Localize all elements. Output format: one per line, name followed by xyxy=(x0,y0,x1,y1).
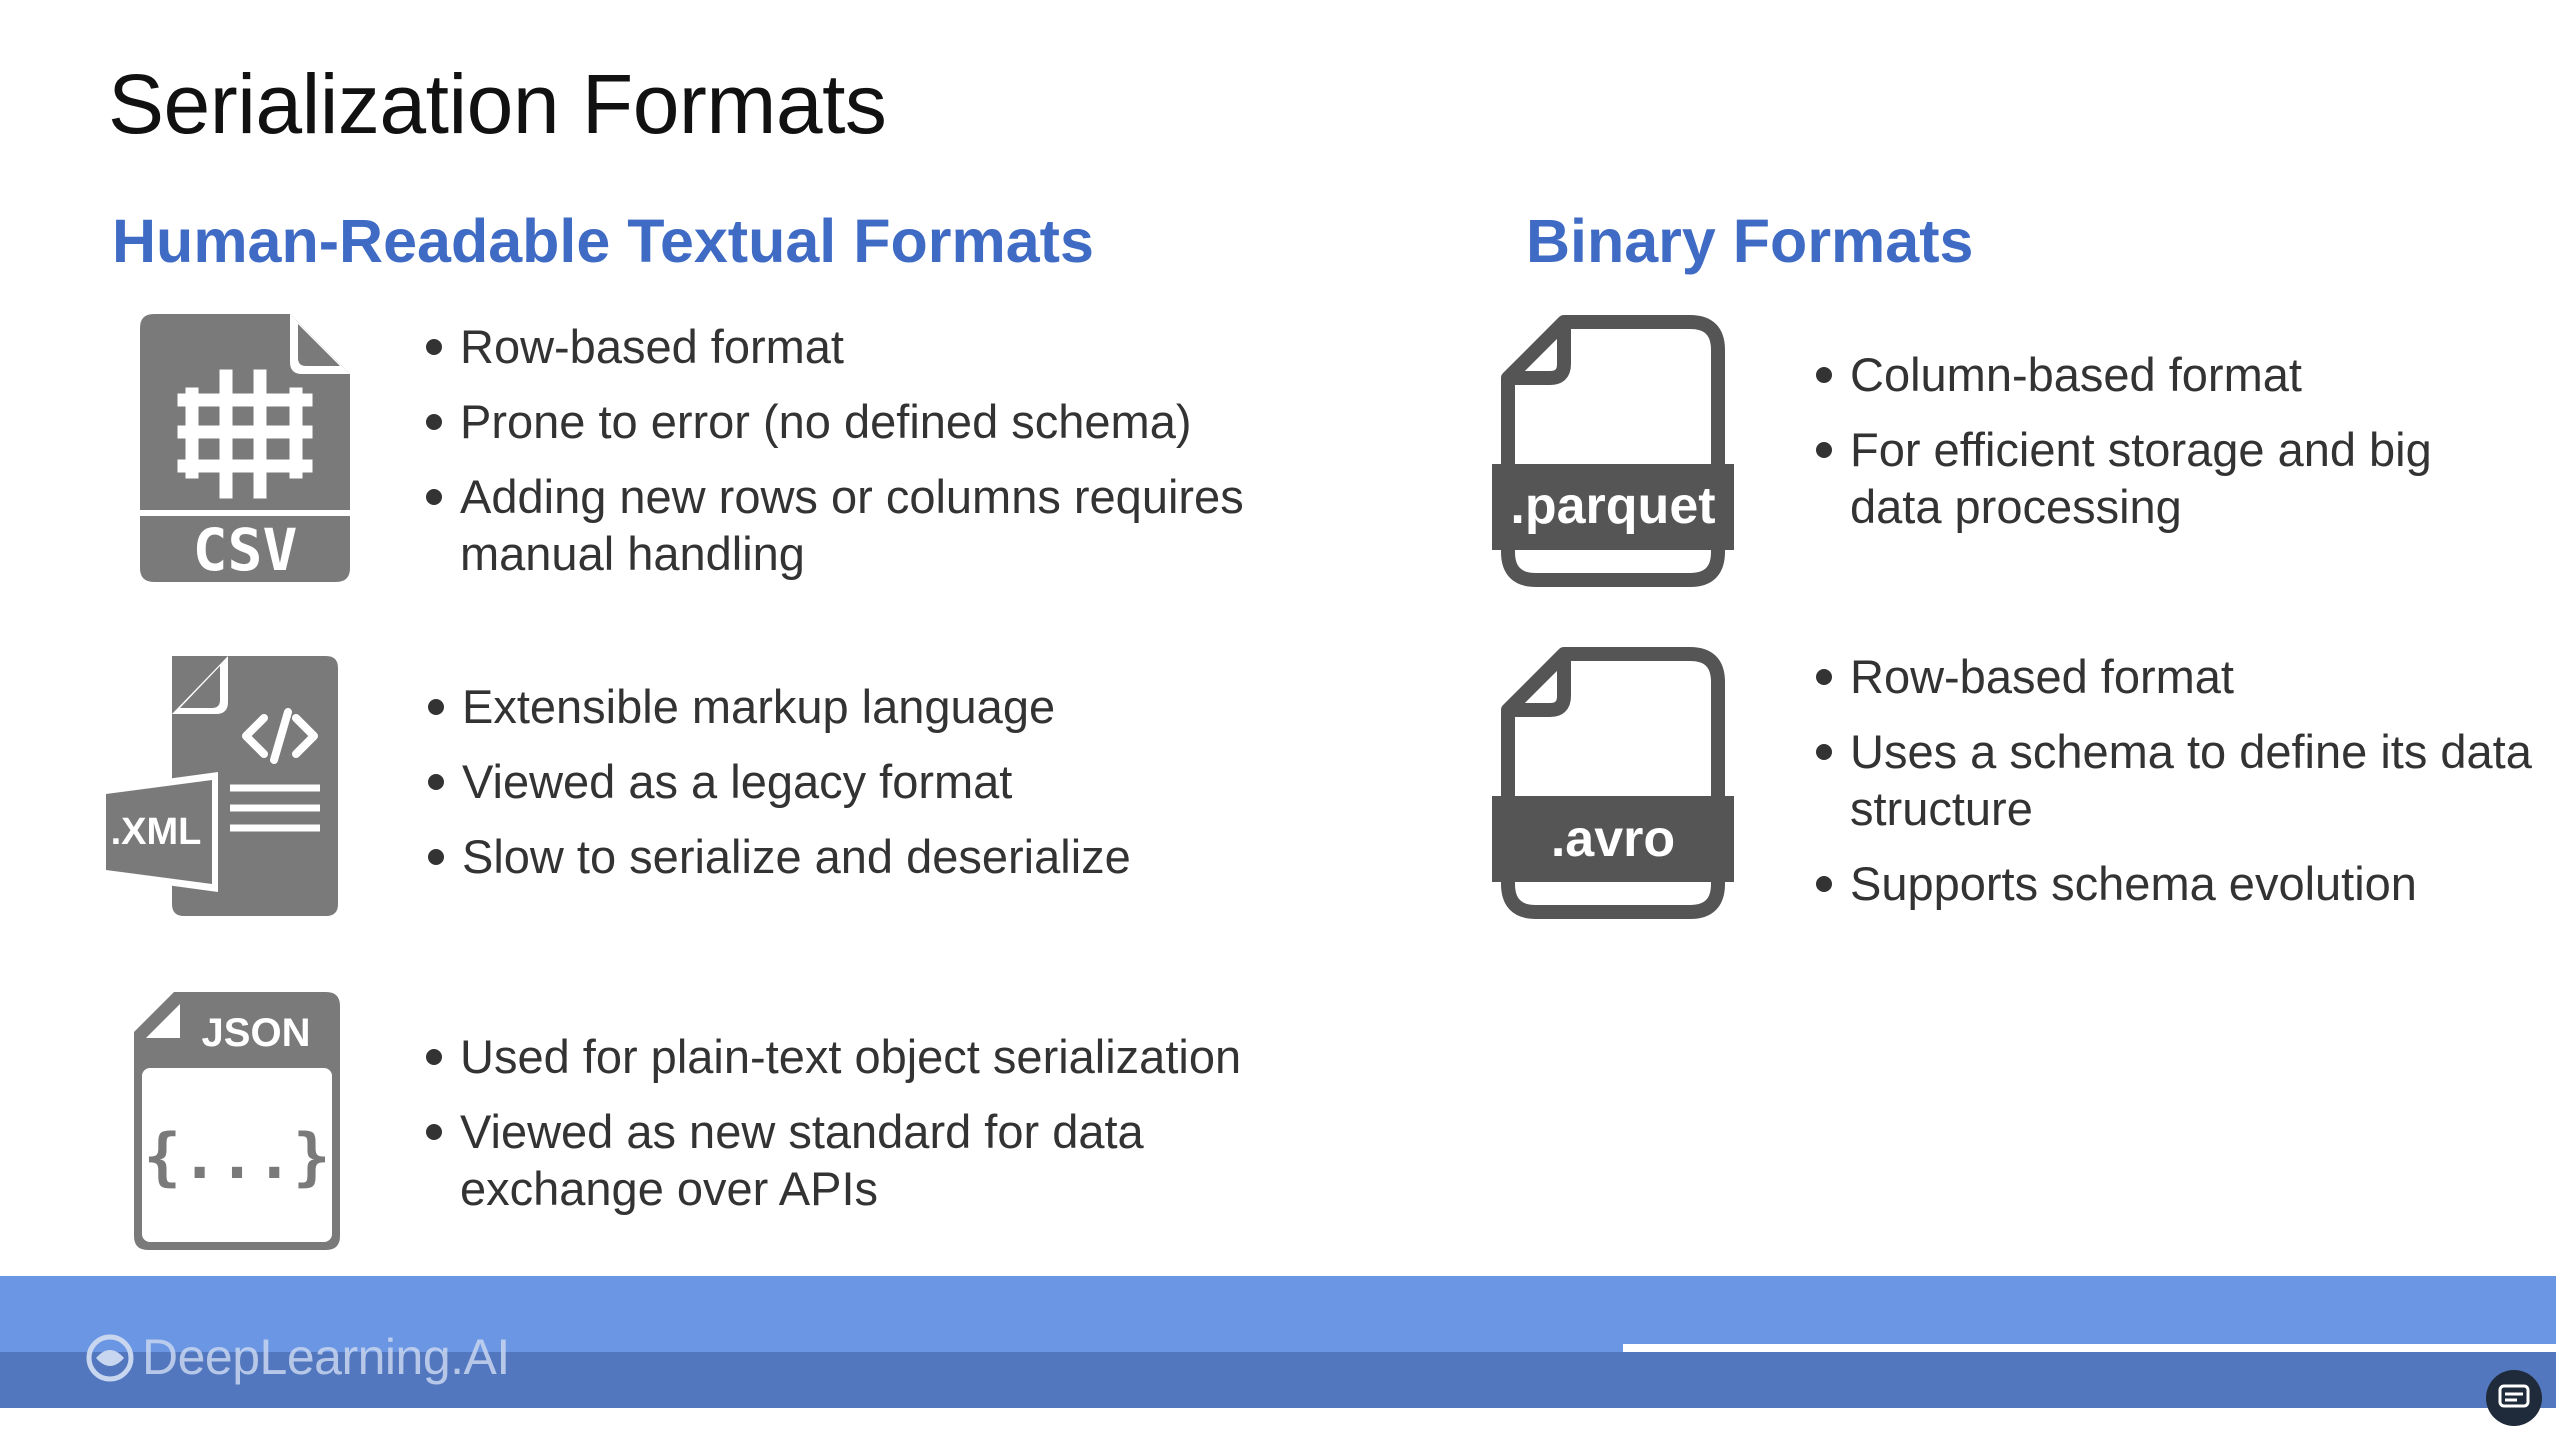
parquet-bullets: Column-based format For efficient storag… xyxy=(1814,346,2534,553)
binary-formats-heading: Binary Formats xyxy=(1526,207,1974,275)
parquet-bullet-2: For efficient storage and big data proce… xyxy=(1814,421,2534,535)
slide: Serialization Formats Human-Readable Tex… xyxy=(0,0,2556,1276)
deeplearning-logo-icon xyxy=(86,1334,134,1382)
xml-icon-label: .XML xyxy=(111,811,202,853)
json-bullet-1: Used for plain-text object serialization xyxy=(424,1028,1344,1085)
xml-bullet-2: Viewed as a legacy format xyxy=(426,753,1346,810)
avro-bullet-2: Uses a schema to define its data structu… xyxy=(1814,723,2534,837)
csv-bullets: Row-based format Prone to error (no defi… xyxy=(424,318,1344,600)
avro-bullet-3: Supports schema evolution xyxy=(1814,855,2534,912)
avro-icon-label: .avro xyxy=(1551,810,1675,868)
avro-bullets: Row-based format Uses a schema to define… xyxy=(1814,648,2534,930)
parquet-icon-label: .parquet xyxy=(1510,477,1715,535)
json-icon-label: JSON xyxy=(202,1011,311,1055)
textual-formats-heading: Human-Readable Textual Formats xyxy=(112,207,1094,275)
xml-bullet-1: Extensible markup language xyxy=(426,678,1346,735)
json-bullets: Used for plain-text object serialization… xyxy=(424,1028,1344,1235)
csv-file-icon: CSV xyxy=(140,314,350,582)
captions-icon xyxy=(2498,1384,2530,1408)
xml-bullet-3: Slow to serialize and deserialize xyxy=(426,828,1346,885)
parquet-bullet-1: Column-based format xyxy=(1814,346,2534,403)
csv-icon-label: CSV xyxy=(193,516,298,582)
avro-file-icon: .avro xyxy=(1492,647,1734,919)
parquet-file-icon: .parquet xyxy=(1492,315,1734,587)
brand-name: DeepLearning.AI xyxy=(142,1329,510,1385)
xml-bullets: Extensible markup language Viewed as a l… xyxy=(426,678,1346,903)
csv-bullet-3: Adding new rows or columns requires manu… xyxy=(424,468,1344,582)
json-file-icon: JSON {...} xyxy=(134,992,340,1250)
csv-bullet-1: Row-based format xyxy=(424,318,1344,375)
avro-bullet-1: Row-based format xyxy=(1814,648,2534,705)
json-icon-symbol: {...} xyxy=(144,1120,331,1193)
captions-button[interactable] xyxy=(2486,1370,2542,1426)
xml-file-icon: .XML xyxy=(100,656,338,916)
csv-bullet-2: Prone to error (no defined schema) xyxy=(424,393,1344,450)
slide-title: Serialization Formats xyxy=(108,57,887,151)
json-bullet-2: Viewed as new standard for data exchange… xyxy=(424,1103,1344,1217)
